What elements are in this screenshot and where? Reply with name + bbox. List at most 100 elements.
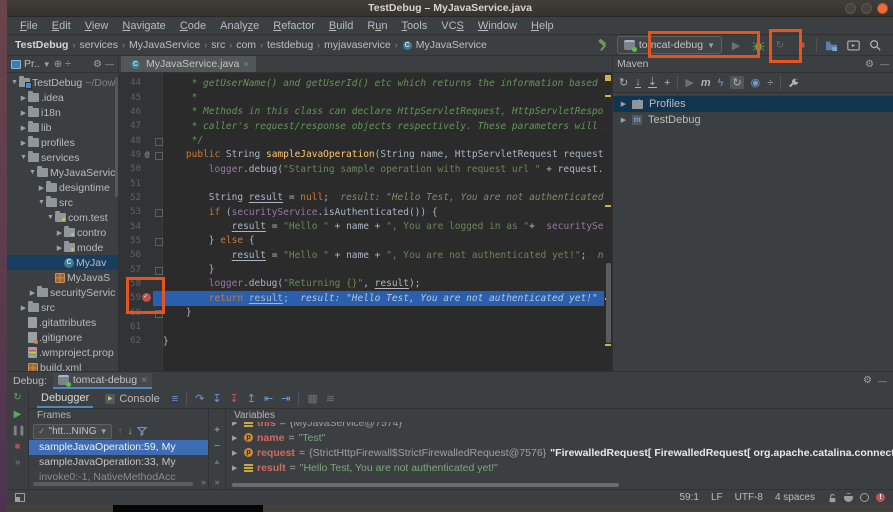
force-step-into-icon[interactable]: ↧ (230, 392, 239, 405)
maven-execute-goal-icon[interactable]: m (701, 77, 711, 89)
code-line-58[interactable]: 58 logger.debug("Returning {}", result); (119, 277, 604, 291)
titlebar[interactable]: TestDebug – MyJavaService.java (7, 0, 893, 17)
line-number[interactable]: 52 (119, 193, 141, 203)
line-number[interactable]: 54 (119, 222, 141, 232)
maven-skip-tests-icon[interactable]: ↻ (730, 76, 743, 89)
code-line-52[interactable]: 52 String result = null; result: "Hello … (119, 191, 604, 205)
tree-item-designtime[interactable]: ▶designtime (7, 180, 118, 195)
step-out-icon[interactable]: ↥ (247, 392, 256, 405)
menu-help[interactable]: Help (524, 20, 561, 32)
tree-collapse-icon[interactable]: ▼ (28, 169, 37, 176)
prev-frame-icon[interactable]: ↑ (117, 426, 122, 437)
tree-expand-icon[interactable]: ▶ (232, 464, 240, 472)
tree-item-src[interactable]: ▼src (7, 195, 118, 210)
menu-code[interactable]: Code (173, 20, 213, 32)
tree-item-i18n[interactable]: ▶i18n (7, 105, 118, 120)
more-icon[interactable]: » (214, 477, 219, 487)
line-number[interactable]: 47 (119, 121, 141, 131)
code-line-62[interactable]: 62} (119, 334, 604, 348)
toolwindow-toggle-icon[interactable] (15, 493, 25, 502)
next-frame-icon[interactable]: ↓ (127, 426, 132, 437)
warning-mark[interactable] (605, 344, 611, 346)
gear-icon[interactable]: ⚙ (863, 375, 872, 386)
menu-file[interactable]: File (13, 20, 45, 32)
tree-expand-icon[interactable]: ▶ (55, 244, 64, 252)
menu-view[interactable]: View (78, 20, 116, 32)
code-line-48[interactable]: 48 */ (119, 133, 604, 147)
close-button[interactable] (877, 3, 888, 14)
line-number[interactable]: 48 (119, 136, 141, 146)
breadcrumb-item[interactable]: MyJavaService (414, 39, 489, 51)
move-up-icon[interactable]: ▲ (213, 457, 221, 466)
maximize-button[interactable] (861, 3, 872, 14)
tree-collapse-icon[interactable]: ▼ (10, 79, 19, 86)
code-line-45[interactable]: 45 * (119, 90, 604, 104)
frames-scrollbar[interactable] (33, 482, 193, 486)
variable-row-name[interactable]: ▶pname = "Test" (226, 430, 893, 445)
editor-tab[interactable]: C MyJavaService.java × (121, 56, 256, 72)
tree-item--wmproject-prop[interactable]: .wmproject.prop (7, 345, 118, 360)
menu-vcs[interactable]: VCS (434, 20, 471, 32)
tree-item-build-xml[interactable]: build.xml (7, 360, 118, 371)
add-watch-icon[interactable]: + (214, 425, 220, 436)
tree-item-securityservic[interactable]: ▶securityServic (7, 285, 118, 300)
tree-expand-icon[interactable]: ▶ (19, 109, 28, 117)
line-number[interactable]: 55 (119, 236, 141, 246)
breadcrumb-item[interactable]: testdebug (265, 39, 315, 51)
close-tab-icon[interactable]: × (243, 59, 248, 69)
tree-item-testdebug[interactable]: ▼TestDebug ~/Dow (7, 75, 118, 90)
hector-icon[interactable] (844, 493, 853, 502)
code-line-59[interactable]: 59 return result; result: "Hello Test, Y… (119, 291, 604, 305)
menu-edit[interactable]: Edit (45, 20, 78, 32)
tree-item-myjavas[interactable]: MyJavaS (7, 270, 118, 285)
line-separator[interactable]: LF (711, 492, 723, 503)
search-everywhere-icon[interactable] (867, 37, 883, 53)
tree-expand-icon[interactable]: ▶ (28, 289, 37, 297)
tree-item--idea[interactable]: ▶.idea (7, 90, 118, 105)
tree-expand-icon[interactable]: ▶ (37, 184, 46, 192)
variable-row-this[interactable]: ▶this = {MyJavaService@7574} (226, 422, 893, 430)
project-scrollbar[interactable] (115, 77, 118, 197)
menu-build[interactable]: Build (322, 20, 360, 32)
tree-expand-icon[interactable]: ▶ (619, 100, 628, 108)
code-line-55[interactable]: 55 } else { (119, 234, 604, 248)
variables-scrollbar[interactable] (232, 483, 619, 487)
hide-panel-icon[interactable]: — (105, 59, 114, 69)
hide-panel-icon[interactable]: — (878, 376, 887, 386)
tree-item-contro[interactable]: ▶contro (7, 225, 118, 240)
indent-style[interactable]: 4 spaces (775, 492, 815, 503)
line-number[interactable]: 61 (119, 322, 141, 332)
breadcrumb-item[interactable]: com (234, 39, 258, 51)
code-line-57[interactable]: 57 } (119, 262, 604, 276)
maven-run-icon[interactable]: ▶ (685, 76, 693, 89)
file-encoding[interactable]: UTF-8 (735, 492, 763, 503)
line-number[interactable]: 49 (119, 150, 141, 160)
code-area[interactable]: 44 * getUserName() and getUserId() etc w… (119, 76, 604, 349)
editor-body[interactable]: 44 * getUserName() and getUserId() etc w… (119, 73, 612, 371)
line-number[interactable]: 50 (119, 164, 141, 174)
tree-expand-icon[interactable]: ▶ (232, 422, 240, 427)
editor-scrollbar-thumb[interactable] (606, 263, 611, 343)
stop-icon[interactable]: ■ (15, 441, 20, 451)
frame-row[interactable]: sampleJavaOperation:33, My (29, 455, 208, 470)
menu-refactor[interactable]: Refactor (266, 20, 322, 32)
lock-icon[interactable] (827, 493, 837, 503)
line-number[interactable]: 51 (119, 179, 141, 189)
tree-expand-icon[interactable]: ▶ (19, 124, 28, 132)
collapse-all-icon[interactable]: ÷ (65, 58, 71, 70)
minimize-button[interactable] (845, 3, 856, 14)
code-line-53[interactable]: 53 if (securityService.isAuthenticated()… (119, 205, 604, 219)
menu-window[interactable]: Window (471, 20, 524, 32)
line-number[interactable]: 46 (119, 107, 141, 117)
tree-expand-icon[interactable]: ▶ (55, 229, 64, 237)
tree-item-src[interactable]: ▶src (7, 300, 118, 315)
run-to-cursor-icon[interactable]: ⇥ (281, 392, 290, 405)
more-icon[interactable]: » (201, 477, 206, 487)
tree-expand-icon[interactable]: ▶ (232, 434, 240, 442)
step-into-icon[interactable]: ↧ (212, 392, 221, 405)
close-tab-icon[interactable]: × (141, 374, 147, 386)
step-over-icon[interactable]: ↷ (195, 392, 204, 405)
inspection-indicator[interactable] (605, 75, 611, 81)
line-number[interactable]: 57 (119, 265, 141, 275)
tree-item--gitattributes[interactable]: .gitattributes (7, 315, 118, 330)
